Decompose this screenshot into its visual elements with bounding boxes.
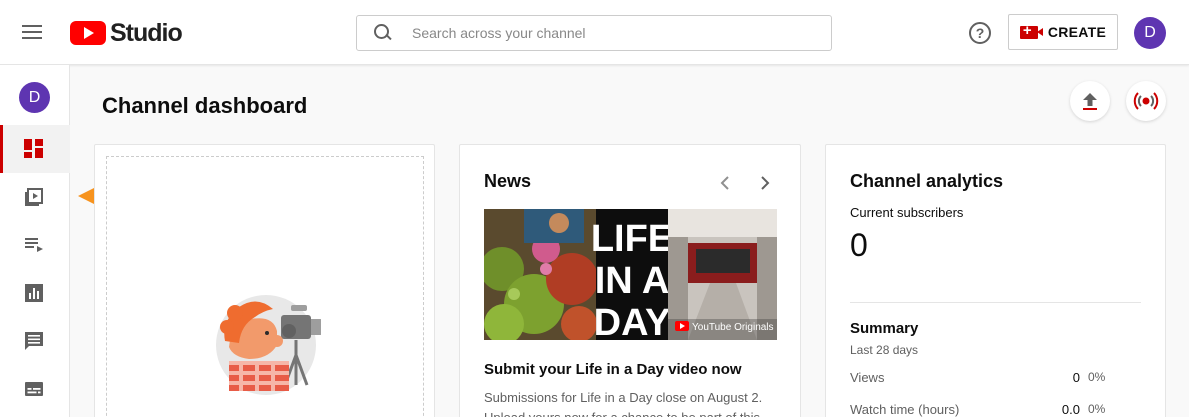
news-headline[interactable]: Submit your Life in a Day video now [484, 361, 742, 378]
creator-illustration [216, 295, 321, 395]
life-in-a-day-image: LIFE IN A DAY YouTube Originals [484, 209, 777, 340]
upload-icon [1083, 93, 1097, 110]
menu-icon[interactable] [22, 22, 44, 44]
dashboard-icon [24, 139, 44, 159]
sidebar-item-analytics[interactable] [0, 269, 70, 317]
go-live-button[interactable] [1126, 81, 1166, 121]
page-title: Channel dashboard [102, 93, 308, 118]
top-app-bar: Studio ? CREATE D [0, 0, 1189, 65]
video-camera-add-icon [1019, 22, 1043, 39]
create-button[interactable]: CREATE [1008, 14, 1118, 50]
subtitles-icon [25, 382, 43, 396]
day-word: DAY [594, 302, 671, 340]
search-input[interactable] [412, 25, 792, 41]
summary-title: Summary [850, 320, 919, 337]
youtube-originals-brand: YouTube Originals [692, 322, 774, 333]
chevron-right-icon[interactable] [754, 173, 774, 193]
divider [850, 302, 1141, 303]
sidebar-item-dashboard[interactable] [0, 125, 70, 173]
help-icon[interactable]: ? [969, 22, 991, 44]
news-pager [716, 173, 776, 193]
logo-text: Studio [110, 18, 183, 47]
life-word: LIFE [591, 218, 673, 260]
bar-chart-icon [25, 284, 43, 302]
news-card: News LIFE IN A DAY YouTube Originals Sub… [459, 144, 801, 417]
search-icon [374, 24, 392, 42]
sidebar-item-subtitles[interactable] [0, 365, 70, 413]
sidebar-item-playlists[interactable] [0, 221, 70, 269]
summary-period: Last 28 days [850, 343, 919, 357]
sidebar-item-comments[interactable] [0, 317, 70, 365]
metric-value: 0 [1072, 370, 1080, 385]
search-bar[interactable] [356, 15, 832, 51]
analytics-title: Channel analytics [850, 171, 1004, 191]
youtube-play-icon [70, 21, 106, 45]
subscribers-label: Current subscribers [850, 205, 964, 220]
create-button-label: CREATE [1047, 24, 1107, 40]
playlist-icon [25, 238, 43, 252]
subscribers-value: 0 [850, 227, 868, 263]
live-broadcast-icon [1133, 92, 1159, 110]
news-body: Submissions for Life in a Day close on A… [484, 390, 763, 417]
sidebar: D [0, 65, 70, 417]
chevron-left-icon[interactable] [716, 173, 736, 193]
metric-label: Views [850, 370, 885, 385]
account-avatar[interactable]: D [1134, 17, 1166, 49]
metric-percent: 0% [1088, 370, 1106, 384]
metric-row-watch-time: Watch time (hours) 0.0 0% [850, 402, 1106, 417]
metric-label: Watch time (hours) [850, 402, 960, 417]
upload-video-card [94, 144, 435, 417]
comment-icon [25, 332, 43, 350]
news-title: News [484, 171, 532, 191]
upload-button[interactable] [1070, 81, 1110, 121]
video-play-icon [25, 188, 43, 206]
channel-avatar[interactable]: D [19, 82, 50, 113]
metric-value: 0.0 [1061, 402, 1080, 417]
metric-percent: 0% [1088, 402, 1106, 416]
in-a-word: IN A [595, 260, 670, 302]
news-image[interactable]: LIFE IN A DAY YouTube Originals [484, 209, 777, 340]
sidebar-item-videos[interactable] [0, 173, 70, 221]
metric-row-views: Views 0 0% [850, 370, 1106, 390]
studio-logo[interactable]: Studio [70, 18, 183, 47]
channel-analytics-card: Channel analytics Current subscribers 0 … [825, 144, 1166, 417]
